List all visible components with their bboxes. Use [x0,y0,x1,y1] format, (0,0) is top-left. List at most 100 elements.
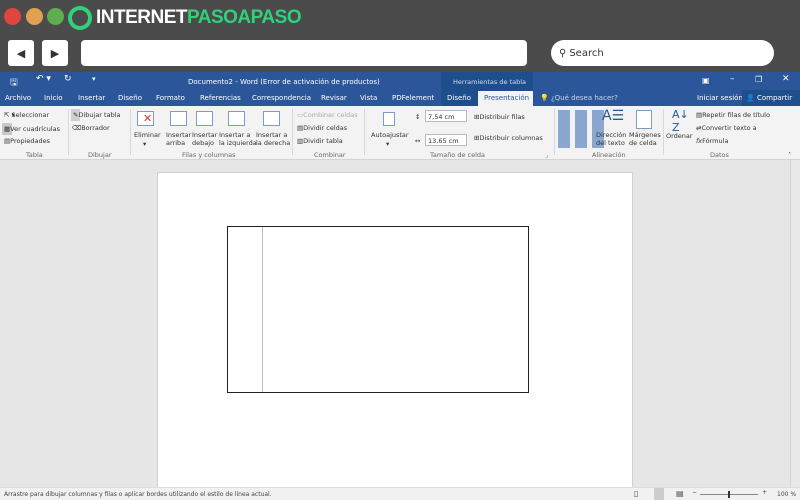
label: Dividir tabla [303,137,343,145]
tab-vista[interactable]: Vista [360,94,377,102]
eraser-button[interactable]: ⌫ Borrador [72,124,110,132]
close-icon[interactable]: ✕ [782,74,790,84]
l2: de celda [629,139,657,147]
sign-in-link[interactable]: Iniciar sesión [697,94,743,102]
vertical-scrollbar[interactable] [790,160,800,487]
redo-icon[interactable]: ↻ [64,74,72,84]
tab-pdfelement[interactable]: PDFelement [392,94,434,102]
convert-to-text-button[interactable]: ⇄ Convertir texto a [696,124,757,132]
ribbon-tabs: Archivo Inicio Insertar Diseño Formato R… [0,90,800,106]
undo-icon[interactable]: ↶ ▾ [36,74,51,84]
search-placeholder: Search [569,47,604,59]
l2: arriba [166,139,186,147]
properties-button[interactable]: ▤ Propiedades [4,137,50,145]
read-mode-icon[interactable]: ▯ [634,489,638,498]
l1: Dirección [596,131,627,139]
tab-archivo[interactable]: Archivo [5,94,31,102]
word-title-bar: 🖫 ↶ ▾ ↻ ▾ Documento2 - Word (Error de ac… [0,72,800,90]
restore-icon[interactable]: ❐ [755,75,762,84]
group-label-dibujar: Dibujar [88,151,112,159]
tab-correspondencia[interactable]: Correspondencia [252,94,311,102]
zoom-slider-thumb[interactable] [728,491,730,498]
zoom-level[interactable]: 100 % [777,491,796,498]
search-icon: ⚲ [559,47,567,59]
insert-below-icon[interactable] [196,111,213,126]
delete-button[interactable]: Eliminar [134,131,161,139]
view-gridlines-button[interactable]: ▦ Ver cuadrículas [2,123,60,135]
logo-text: INTERNET [96,7,188,28]
tell-me-input[interactable]: 💡 ¿Qué desea hacer? [540,94,618,102]
sort-button[interactable]: Ordenar [666,132,693,140]
text-direction-icon[interactable]: A☰ [602,108,624,124]
tab-diseno-tabla[interactable]: Diseño [447,94,471,102]
minimize-window-dot[interactable] [26,8,43,25]
save-icon[interactable]: 🖫 [10,75,18,91]
select-button[interactable]: ⇱ Seleccionar ▾ [4,111,49,119]
group-label-tamano: Tamaño de celda [430,151,486,159]
ribbon-display-icon[interactable]: ▣ [702,76,710,85]
collapse-ribbon-icon[interactable]: ˄ [788,151,791,159]
customize-qat-icon[interactable]: ▾ [92,75,96,83]
insert-right-icon[interactable] [263,111,280,126]
autofit-icon[interactable] [383,112,395,126]
zoom-slider[interactable] [700,491,758,498]
distribute-columns-button[interactable]: ⊞ Distribuir columnas [474,134,543,142]
tab-insertar[interactable]: Insertar [78,94,105,102]
sort-icon[interactable]: A↓ Z [672,108,689,134]
tab-revisar[interactable]: Revisar [321,94,347,102]
insert-above-icon[interactable] [170,111,187,126]
group-label-combinar: Combinar [314,151,346,159]
zoom-in-button[interactable]: + [762,489,767,496]
label: Convertir texto a [701,124,757,132]
group-label-datos: Datos [710,151,729,159]
share-button[interactable]: 👤 Compartir [742,90,800,106]
tab-referencias[interactable]: Referencias [200,94,241,102]
address-bar[interactable] [81,40,527,66]
context-tab-label: Herramientas de tabla [453,78,526,86]
tab-presentacion[interactable]: Presentación [478,91,533,106]
label: Combinar celdas [303,111,358,119]
maximize-window-dot[interactable] [47,8,64,25]
repeat-header-button[interactable]: ▤ Repetir filas de título [696,111,770,119]
label: Borrador [81,124,110,132]
label: Distribuir columnas [479,134,543,142]
print-layout-icon[interactable] [654,488,664,500]
back-button[interactable]: ◀ [8,40,34,66]
column-width-input[interactable]: 13,65 cm [425,134,467,146]
label: Fórmula [702,137,729,145]
tab-diseno[interactable]: Diseño [118,94,142,102]
close-window-dot[interactable] [4,8,21,25]
formula-button[interactable]: fx Fórmula [696,137,728,145]
dialog-launcher-icon[interactable]: ⌟ [545,151,548,159]
autofit-button[interactable]: Autoajustar [371,131,409,139]
l1: Insertar a [219,131,251,139]
status-message: Arrastre para dibujar columnas y filas o… [4,491,272,498]
minimize-icon[interactable]: – [730,74,735,84]
logo-text-green: PASOAPASO [187,7,302,28]
insert-left-icon[interactable] [228,111,245,126]
delete-table-icon[interactable]: ✕ [137,111,154,126]
draw-table-button[interactable]: ✎ Dibujar tabla [71,109,120,121]
search-input[interactable]: ⚲ Search [551,40,774,66]
l1: Insertar [166,131,192,139]
zoom-out-button[interactable]: − [692,489,697,496]
l1: Insertar a [256,131,288,139]
group-label-tabla: Tabla [26,151,43,159]
value: 13,65 cm [428,137,459,145]
forward-button[interactable]: ▶ [42,40,68,66]
status-bar: Arrastre para dibujar columnas y filas o… [0,487,800,500]
tab-formato[interactable]: Formato [156,94,185,102]
split-table-button[interactable]: ▥ Dividir tabla [297,137,343,145]
column-width-icon: ↔ [415,137,421,145]
distribute-rows-button[interactable]: ⊞ Distribuir filas [474,113,525,121]
label: Dibujar tabla [78,111,121,119]
label: Ver cuadrículas [10,125,60,133]
document-table[interactable] [227,226,529,393]
split-cells-button[interactable]: ▤ Dividir celdas [297,124,347,132]
cell-margins-icon[interactable] [636,110,652,129]
l2: la izquierda [219,139,257,147]
web-layout-icon[interactable]: ▤ [676,489,684,498]
tab-inicio[interactable]: Inicio [44,94,63,102]
row-height-input[interactable]: 7,54 cm [425,110,467,122]
merge-cells-button[interactable]: ▭ Combinar celdas [297,111,358,119]
